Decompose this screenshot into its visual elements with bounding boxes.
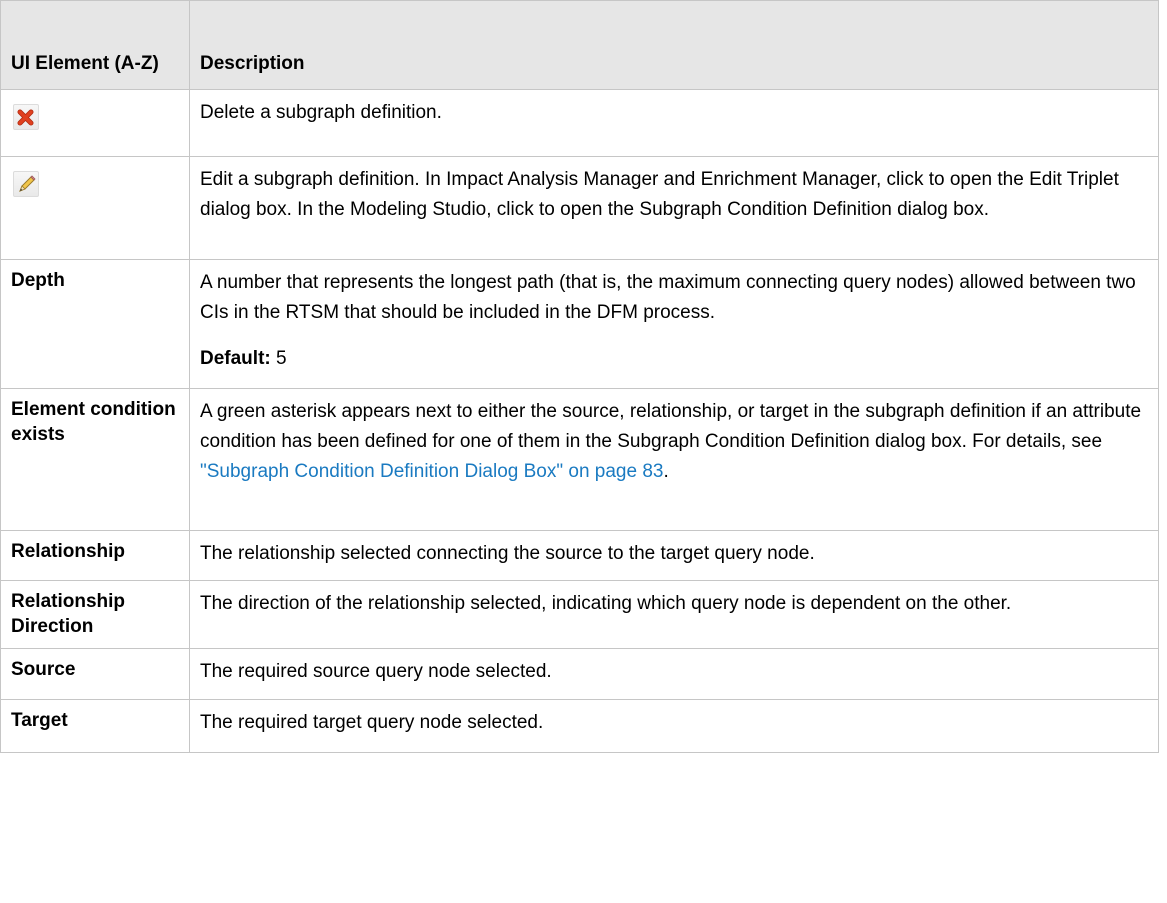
table-row: Source The required source query node se… [0, 648, 1159, 700]
table-row: Edit a subgraph definition. In Impact An… [0, 156, 1159, 260]
description-cell: The required source query node selected. [189, 648, 1159, 700]
default-label: Default: [200, 348, 271, 369]
description-cell: A green asterisk appears next to either … [189, 388, 1159, 531]
element-name: Target [0, 699, 190, 753]
description-cell: The direction of the relationship select… [189, 580, 1159, 649]
table-row: Relationship Direction The direction of … [0, 580, 1159, 649]
description-cell: Delete a subgraph definition. [189, 89, 1159, 157]
description-cell: A number that represents the longest pat… [189, 259, 1159, 389]
table-row: Delete a subgraph definition. [0, 89, 1159, 157]
header-ui-element: UI Element (A-Z) [0, 0, 190, 90]
description-cell: The relationship selected connecting the… [189, 530, 1159, 581]
table-row: Element condition exists A green asteris… [0, 388, 1159, 531]
table-row: Relationship The relationship selected c… [0, 530, 1159, 581]
element-name: Relationship Direction [0, 580, 190, 649]
subgraph-condition-link[interactable]: "Subgraph Condition Definition Dialog Bo… [200, 461, 663, 482]
default-note: Default: 5 [200, 344, 1148, 374]
element-name: Relationship [0, 530, 190, 581]
element-name: Depth [0, 259, 190, 389]
description-end: . [663, 461, 669, 482]
element-cell [0, 156, 190, 260]
element-name: Source [0, 648, 190, 700]
element-cell [0, 89, 190, 157]
ui-elements-table: UI Element (A-Z) Description Delete a su… [0, 0, 1159, 753]
description-text: A green asterisk appears next to either … [200, 401, 1142, 452]
table-row: Depth A number that represents the longe… [0, 259, 1159, 389]
table-header-row: UI Element (A-Z) Description [0, 0, 1159, 90]
delete-red-x-icon [13, 104, 39, 130]
header-description: Description [189, 0, 1159, 90]
table-row: Target The required target query node se… [0, 699, 1159, 753]
description-text: A number that represents the longest pat… [200, 272, 1136, 323]
element-name: Element condition exists [0, 388, 190, 531]
edit-pencil-icon [13, 171, 39, 197]
description-cell: Edit a subgraph definition. In Impact An… [189, 156, 1159, 260]
default-value: 5 [270, 348, 287, 369]
description-cell: The required target query node selected. [189, 699, 1159, 753]
